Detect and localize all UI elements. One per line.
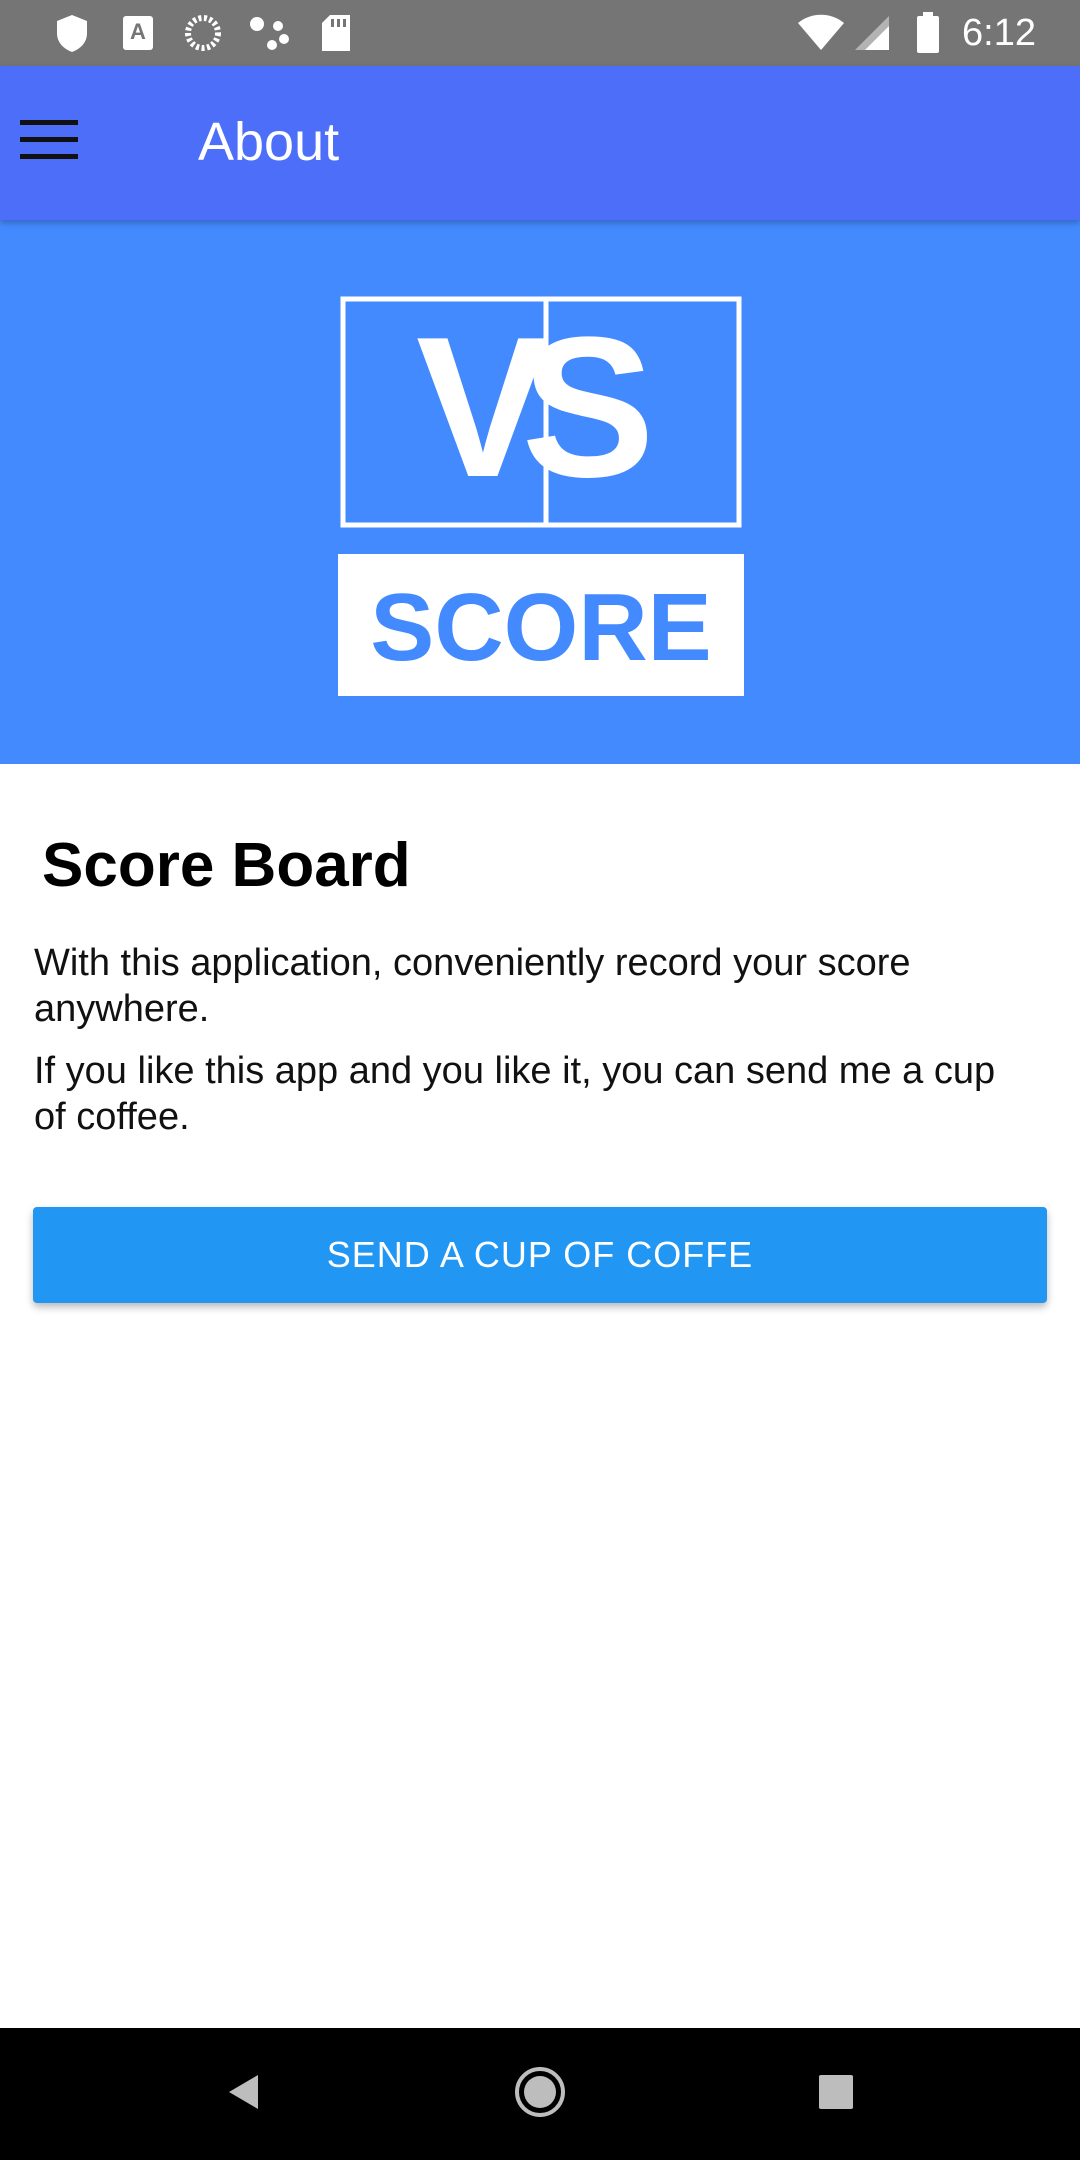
home-icon — [512, 2064, 568, 2125]
status-bar: A 6:12 — [0, 0, 1080, 66]
app-bar: About — [0, 66, 1080, 220]
assistant-dots-icon — [248, 12, 292, 54]
status-time: 6:12 — [962, 12, 1036, 54]
shield-icon — [52, 12, 92, 54]
header-banner: VS SCORE — [0, 220, 1080, 764]
battery-icon — [914, 12, 942, 54]
a-notification-icon: A — [120, 12, 156, 54]
description-text: With this application, conveniently reco… — [34, 942, 911, 1030]
donation-text: If you like this app and you like it, yo… — [34, 1050, 996, 1138]
back-icon — [224, 2072, 264, 2117]
svg-text:A: A — [130, 19, 146, 44]
system-nav-bar — [0, 2028, 1080, 2160]
recents-button[interactable] — [796, 2054, 876, 2134]
logo-vs-text: VS — [416, 296, 647, 519]
app-name-heading: Score Board — [42, 831, 411, 900]
sd-card-icon — [318, 12, 354, 54]
vs-score-logo: VS SCORE — [338, 296, 744, 696]
menu-button[interactable] — [10, 102, 90, 182]
recents-icon — [818, 2074, 854, 2115]
page-title: About — [198, 112, 340, 172]
logo-score-text: SCORE — [370, 574, 711, 681]
send-coffee-button[interactable]: SEND A CUP OF COFFE — [33, 1207, 1047, 1303]
wifi-icon — [796, 12, 846, 54]
sync-icon — [182, 12, 224, 54]
back-button[interactable] — [204, 2054, 284, 2134]
hamburger-menu-icon — [20, 117, 80, 168]
signal-icon — [852, 12, 892, 54]
home-button[interactable] — [500, 2054, 580, 2134]
